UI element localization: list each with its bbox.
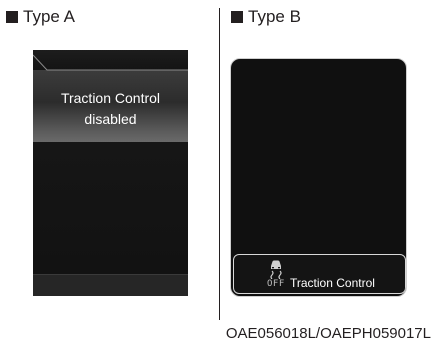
panel-decoration	[33, 54, 188, 71]
status-bar: OFF Traction Control disabled	[233, 254, 406, 294]
type-b-display: OFF Traction Control disabled	[230, 58, 407, 297]
type-a-label: Type A	[6, 8, 75, 25]
message-line-2: disabled	[84, 111, 137, 127]
divider	[219, 8, 220, 320]
square-bullet-icon	[231, 10, 243, 23]
type-a-display: Traction Control disabled	[33, 50, 188, 296]
square-bullet-icon	[6, 10, 18, 23]
type-b-message: Traction Control disabled	[290, 259, 375, 296]
type-b-label: Type B	[231, 8, 301, 25]
type-a-label-text: Type A	[23, 7, 75, 26]
type-b-label-text: Type B	[248, 7, 301, 26]
off-indicator-text: OFF	[267, 279, 285, 289]
type-a-message: Traction Control disabled	[33, 88, 188, 130]
figure-code: OAE056018L/OAEPH059017L	[225, 325, 431, 342]
traction-control-off-icon	[270, 260, 282, 279]
message-line-1: Traction Control	[290, 276, 375, 290]
message-line-1: Traction Control	[60, 90, 161, 106]
